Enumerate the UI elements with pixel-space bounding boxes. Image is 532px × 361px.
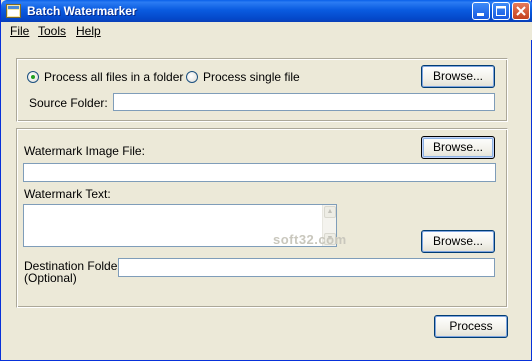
maximize-icon: [496, 6, 506, 16]
app-icon: [6, 4, 21, 18]
app-window: Batch Watermarker File Tools Help Proces…: [0, 0, 532, 361]
watermark-image-label: Watermark Image File:: [24, 144, 145, 158]
title-bar[interactable]: Batch Watermarker: [1, 0, 532, 22]
watermark-image-input[interactable]: [23, 163, 496, 182]
minimize-icon: [477, 13, 484, 16]
radio-process-single-label: Process single file: [203, 70, 300, 84]
source-folder-input[interactable]: [113, 93, 495, 111]
menu-file[interactable]: File: [10, 24, 29, 38]
menu-help-label: Help: [76, 24, 101, 38]
source-browse-button[interactable]: Browse...: [421, 65, 495, 88]
destination-optional-label: (Optional): [24, 271, 77, 285]
process-button[interactable]: Process: [434, 315, 508, 338]
menu-bar: File Tools Help: [2, 22, 532, 40]
destination-folder-input[interactable]: [118, 258, 495, 277]
menu-help[interactable]: Help: [76, 24, 101, 38]
window-title: Batch Watermarker: [27, 4, 137, 18]
menu-tools[interactable]: Tools: [38, 24, 66, 38]
radio-process-all-label: Process all files in a folder: [44, 70, 184, 84]
watermark-text-label: Watermark Text:: [24, 187, 111, 201]
menu-file-label: File: [10, 24, 30, 38]
scroll-up-icon[interactable]: ▲: [324, 206, 336, 218]
destination-browse-button[interactable]: Browse...: [421, 230, 495, 253]
minimize-button[interactable]: [472, 2, 490, 20]
menu-tools-label: Tools: [38, 24, 67, 38]
watermark-overlay: soft32.com: [273, 232, 347, 247]
close-button[interactable]: [512, 2, 530, 20]
watermark-image-browse-button[interactable]: Browse...: [421, 136, 495, 159]
radio-process-all-indicator[interactable]: [27, 71, 39, 83]
radio-process-single-indicator[interactable]: [186, 71, 198, 83]
close-icon: [516, 6, 526, 16]
source-folder-label: Source Folder:: [29, 96, 108, 110]
maximize-button[interactable]: [492, 2, 510, 20]
